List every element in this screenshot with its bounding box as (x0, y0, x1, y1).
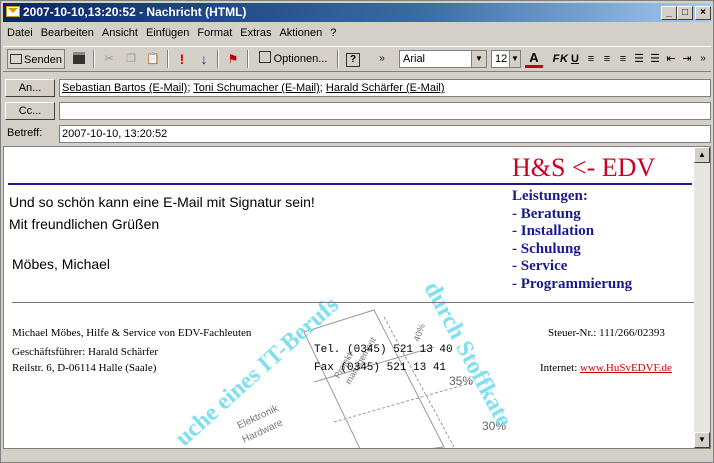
send-label: Senden (24, 54, 62, 66)
subject-label: Betreff: (7, 127, 43, 139)
recipient-1[interactable]: Sebastian Bartos (E-Mail) (62, 82, 187, 94)
menu-aktionen[interactable]: Aktionen (275, 25, 326, 41)
brand-title: H&S <- EDV (512, 153, 656, 182)
align-center-icon[interactable]: ≡ (599, 49, 615, 69)
service-item: - Beratung (512, 205, 581, 222)
chevron-down-icon: ▼ (471, 51, 486, 67)
options-icon (258, 51, 271, 63)
toolbar-separator (247, 50, 249, 68)
numbered-list-icon[interactable]: ☰ (631, 49, 647, 69)
high-importance-icon[interactable]: ! (173, 49, 191, 69)
font-size-select[interactable]: 12 ▼ (491, 50, 521, 68)
signature-divider (12, 302, 694, 303)
scroll-down-icon[interactable]: ▼ (694, 432, 710, 448)
signature-internet: Internet: www.HuSvEDVF.de (540, 362, 672, 374)
menu-extras[interactable]: Extras (236, 25, 275, 41)
paste-icon[interactable]: 📋 (143, 49, 163, 69)
cut-icon[interactable]: ✂ (99, 49, 119, 69)
message-body[interactable]: 35% 30% 40% Elektronik Hardware Projekt-… (3, 146, 711, 449)
to-button[interactable]: An... (5, 79, 55, 97)
options-button[interactable]: Optionen... (253, 49, 333, 69)
envelope-icon (6, 6, 20, 17)
menu-bearbeiten[interactable]: Bearbeiten (37, 25, 98, 41)
align-right-icon[interactable]: ≡ (615, 49, 631, 69)
save-icon[interactable] (69, 49, 89, 69)
menu-format[interactable]: Format (193, 25, 236, 41)
toolbar-overflow-icon[interactable]: » (697, 49, 709, 69)
toolbar-separator (337, 50, 339, 68)
title-bar: 2007-10-10,13:20:52 - Nachricht (HTML) _… (3, 3, 711, 22)
cc-button[interactable]: Cc... (5, 102, 55, 120)
subject-field[interactable]: 2007-10-10, 13:20:52 (59, 125, 711, 143)
minimize-button[interactable]: _ (661, 6, 677, 20)
options-label: Optionen... (273, 53, 328, 65)
copy-icon[interactable]: ❐ (121, 49, 141, 69)
chevron-down-icon: ▼ (509, 51, 520, 67)
service-item: - Programmierung (512, 275, 633, 292)
signature-address: Reilstr. 6, D-06114 Halle (Saale) (12, 362, 157, 374)
toolbar-separator (93, 50, 95, 68)
service-item: - Schulung (512, 240, 581, 257)
send-icon (10, 54, 23, 64)
cc-field[interactable] (59, 102, 711, 120)
bullet-list-icon[interactable]: ☰ (647, 49, 663, 69)
signature-fax: Fax (0345) 521 13 41 (314, 362, 447, 374)
menu-ansicht[interactable]: Ansicht (98, 25, 142, 41)
status-strip (3, 449, 711, 462)
menu-datei[interactable]: Datei (3, 25, 37, 41)
message-window: 2007-10-10,13:20:52 - Nachricht (HTML) _… (0, 0, 714, 463)
font-color-icon[interactable]: A (525, 49, 543, 68)
low-importance-icon[interactable]: ↓ (195, 49, 213, 69)
watermark-pct-40: 40% (411, 322, 427, 342)
services-block: Leistungen: - Beratung - Installation - … (512, 188, 632, 293)
toolbar-separator (217, 50, 219, 68)
services-heading: Leistungen: (512, 188, 588, 204)
vertical-scrollbar[interactable]: ▲ ▼ (694, 147, 710, 448)
decrease-indent-icon[interactable]: ⇤ (663, 49, 679, 69)
menu-help[interactable]: ? (326, 25, 340, 41)
recipient-3[interactable]: Harald Schärfer (E-Mail) (326, 82, 445, 94)
toolbar-separator (167, 50, 169, 68)
align-left-icon[interactable]: ≡ (583, 49, 599, 69)
sender-name: Möbes, Michael (12, 256, 111, 272)
to-field[interactable]: Sebastian Bartos (E-Mail); Toni Schumach… (59, 79, 711, 97)
scroll-up-icon[interactable]: ▲ (694, 147, 710, 163)
message-line-1: Und so schön kann eine E-Mail mit Signat… (9, 194, 315, 210)
menu-einfuegen[interactable]: Einfügen (142, 25, 193, 41)
internet-label: Internet: (540, 362, 578, 374)
flag-icon[interactable]: ⚑ (223, 49, 243, 69)
help-icon[interactable]: ? (343, 49, 363, 69)
toolbar-overflow-icon[interactable]: » (375, 49, 389, 69)
service-item: - Installation (512, 223, 595, 239)
to-row: An... Sebastian Bartos (E-Mail); Toni Sc… (3, 78, 711, 98)
increase-indent-icon[interactable]: ⇥ (679, 49, 695, 69)
underline-icon[interactable]: U (569, 49, 581, 69)
toolbar: Senden ✂ ❐ 📋 ! ↓ ⚑ Optionen... ? » Arial… (3, 46, 711, 72)
maximize-button[interactable]: □ (677, 6, 693, 20)
recipient-2[interactable]: Toni Schumacher (E-Mail) (193, 82, 320, 94)
service-item: - Service (512, 258, 568, 274)
font-select[interactable]: Arial ▼ (399, 50, 487, 68)
cc-row: Cc... (3, 101, 711, 121)
font-size-value: 12 (495, 53, 508, 65)
internet-link[interactable]: www.HuSvEDVF.de (580, 362, 672, 374)
signature-tax: Steuer-Nr.: 111/266/02393 (548, 327, 665, 339)
message-line-2: Mit freundlichen Grüßen (9, 216, 160, 232)
signature-tel: Tel. (0345) 521 13 40 (314, 344, 453, 356)
signature-company: Michael Möbes, Hilfe & Service von EDV-F… (12, 327, 252, 339)
font-select-value: Arial (403, 53, 426, 65)
menu-bar: Datei Bearbeiten Ansicht Einfügen Format Extr… (3, 25, 711, 43)
send-button[interactable]: Senden (7, 49, 65, 69)
close-button[interactable]: × (695, 6, 711, 20)
signature-manager: Geschäftsführer: Harald Schärfer (12, 346, 158, 358)
window-title: 2007-10-10,13:20:52 - Nachricht (HTML) (23, 5, 247, 19)
subject-row: Betreff: 2007-10-10, 13:20:52 (3, 124, 711, 144)
brand-divider (8, 183, 692, 185)
